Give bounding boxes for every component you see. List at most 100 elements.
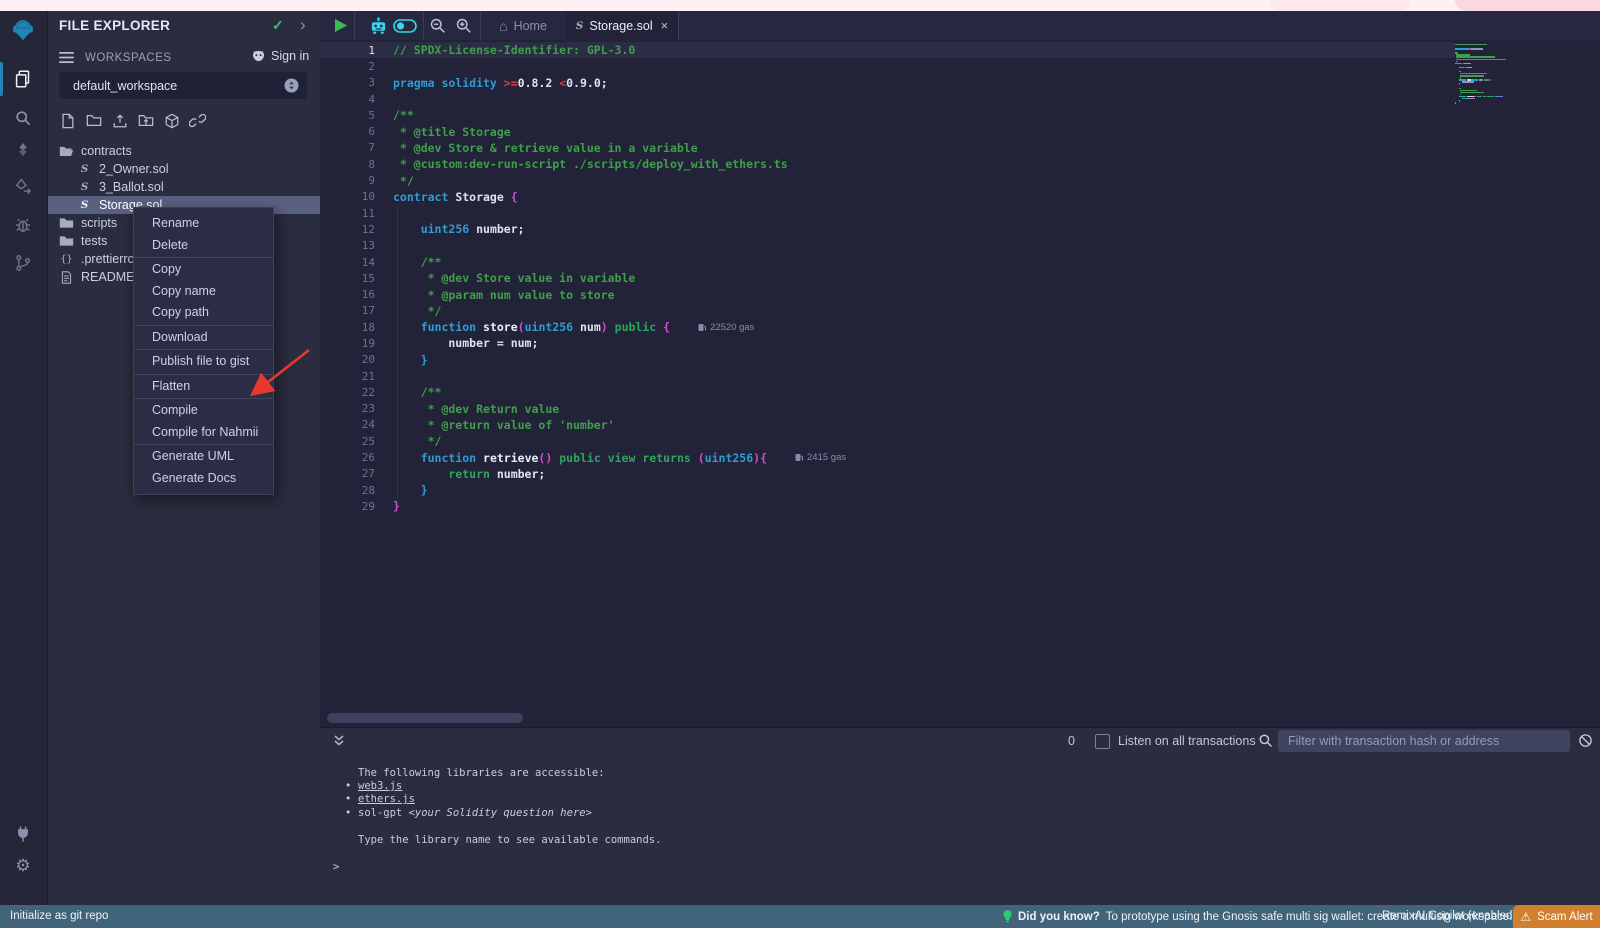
code-line-12[interactable]: 12 uint256 number; [320,221,1455,237]
code-line-7[interactable]: 7 * @dev Store & retrieve value in a var… [320,140,1455,156]
code-line-16[interactable]: 16 * @param num value to store [320,286,1455,302]
code-line-20[interactable]: 20 } [320,352,1455,368]
tree-item-3-ballot-sol[interactable]: S3_Ballot.sol [48,178,320,196]
code-line-6[interactable]: 6 * @title Storage [320,123,1455,139]
terminal-search-icon [1258,733,1273,748]
solidity-file-icon: S [77,181,92,193]
code-line-27[interactable]: 27 return number; [320,466,1455,482]
horizontal-scrollbar[interactable] [327,713,523,723]
code-line-28[interactable]: 28 } [320,482,1455,498]
file-explorer-icon[interactable] [11,67,35,91]
solidity-compiler-icon[interactable] [11,138,35,162]
code-line-11[interactable]: 11 [320,205,1455,221]
code-line-8[interactable]: 8 * @custom:dev-run-script ./scripts/dep… [320,156,1455,172]
tab-close-icon[interactable]: × [661,18,669,33]
menu-item-download[interactable]: Download [134,327,273,349]
run-script-play-button[interactable] [330,11,352,40]
chevron-right-icon[interactable]: › [300,15,306,35]
copilot-status[interactable]: RemixAI Copilot (enabled) [1382,910,1516,922]
code-line-1[interactable]: 1// SPDX-License-Identifier: GPL-3.0 [320,42,1455,58]
menu-item-compile-for-nahmii[interactable]: Compile for Nahmii [134,422,273,444]
solidity-file-icon: S [576,20,584,32]
menu-item-compile[interactable]: Compile [134,400,273,422]
code-text: * @return value of 'number' [375,418,615,432]
menu-item-generate-docs[interactable]: Generate Docs [134,468,273,490]
remix-logo-icon[interactable] [11,18,35,42]
code-line-22[interactable]: 22 /** [320,384,1455,400]
collapse-terminal-icon[interactable] [333,734,345,747]
git-init-button[interactable]: Initialize as git repo [10,910,108,922]
menu-item-copy-name[interactable]: Copy name [134,281,273,303]
clear-console-icon[interactable] [1578,733,1593,748]
code-line-2[interactable]: 2 [320,58,1455,74]
terminal-link[interactable]: web3.js [358,780,402,792]
remixai-robot-icon[interactable] [366,11,390,40]
menu-item-generate-uml[interactable]: Generate UML [134,446,273,468]
menu-item-delete[interactable]: Delete [134,235,273,257]
terminal-link[interactable]: ethers.js [358,793,415,805]
active-plugin-indicator [0,62,3,96]
home-icon: ⌂ [499,19,507,33]
ipfs-cube-icon[interactable] [163,112,180,129]
scam-alert-button[interactable]: ⚠ Scam Alert [1513,905,1600,928]
upload-folder-icon[interactable] [137,112,154,129]
terminal-toolbar: 0 Listen on all transactions [320,728,1600,754]
code-editor[interactable]: 1// SPDX-License-Identifier: GPL-3.023pr… [320,42,1455,515]
code-line-15[interactable]: 15 * @dev Store value in variable [320,270,1455,286]
git-icon[interactable] [11,251,35,275]
tree-item-2-owner-sol[interactable]: S2_Owner.sol [48,160,320,178]
terminal-prompt[interactable]: > [333,861,339,873]
code-line-13[interactable]: 13 [320,238,1455,254]
code-line-9[interactable]: 9 */ [320,172,1455,188]
zoom-out-icon[interactable] [426,11,448,40]
code-line-23[interactable]: 23 * @dev Return value [320,401,1455,417]
tab-storage-sol[interactable]: S Storage.sol × [566,11,678,40]
plugin-manager-icon[interactable] [11,822,35,846]
code-text: function store(uint256 num) public { [375,320,670,334]
listen-checkbox[interactable] [1095,734,1110,749]
check-icon[interactable]: ✓ [272,17,284,34]
editor-minimap[interactable] [1455,44,1590,104]
workspaces-menu-icon[interactable] [59,51,74,64]
code-line-5[interactable]: 5/** [320,107,1455,123]
code-line-25[interactable]: 25 */ [320,433,1455,449]
code-line-10[interactable]: 10contract Storage { [320,189,1455,205]
code-text: */ [375,304,441,318]
workspace-select[interactable]: default_workspace [59,72,307,99]
code-line-17[interactable]: 17 */ [320,303,1455,319]
menu-item-copy[interactable]: Copy [134,259,273,281]
copilot-toggle[interactable] [392,11,418,40]
new-folder-icon[interactable] [85,112,102,129]
debugger-icon[interactable] [11,213,35,237]
code-line-3[interactable]: 3pragma solidity >=0.8.2 <0.9.0; [320,75,1455,91]
transaction-filter-input[interactable] [1278,730,1570,752]
zoom-in-icon[interactable] [452,11,474,40]
upload-file-icon[interactable] [111,112,128,129]
code-text: uint256 number; [375,222,525,236]
settings-gear-icon[interactable]: ⚙ [11,853,35,877]
code-line-4[interactable]: 4 [320,91,1455,107]
code-line-29[interactable]: 29} [320,498,1455,514]
line-number: 17 [320,304,375,317]
menu-item-copy-path[interactable]: Copy path [134,302,273,324]
tab-home[interactable]: ⌂ Home [480,11,566,40]
menu-item-publish-file-to-gist[interactable]: Publish file to gist [134,351,273,373]
code-text: } [375,499,400,513]
deploy-run-icon[interactable] [11,175,35,199]
menu-item-rename[interactable]: Rename [134,213,273,235]
new-file-icon[interactable] [59,112,76,129]
code-line-21[interactable]: 21 [320,368,1455,384]
sign-in-button[interactable]: Sign in [251,49,309,63]
listen-label[interactable]: Listen on all transactions [1118,734,1256,748]
line-number: 18 [320,321,375,334]
code-text: */ [375,174,414,188]
code-line-18[interactable]: 18 function store(uint256 num) public {2… [320,319,1455,335]
code-line-19[interactable]: 19 number = num; [320,335,1455,351]
code-line-14[interactable]: 14 /** [320,254,1455,270]
search-icon[interactable] [11,106,35,130]
code-line-26[interactable]: 26 function retrieve() public view retur… [320,449,1455,465]
import-link-icon[interactable] [189,112,206,129]
menu-item-flatten[interactable]: Flatten [134,376,273,398]
code-line-24[interactable]: 24 * @return value of 'number' [320,417,1455,433]
tree-item-contracts[interactable]: contracts [48,142,320,160]
